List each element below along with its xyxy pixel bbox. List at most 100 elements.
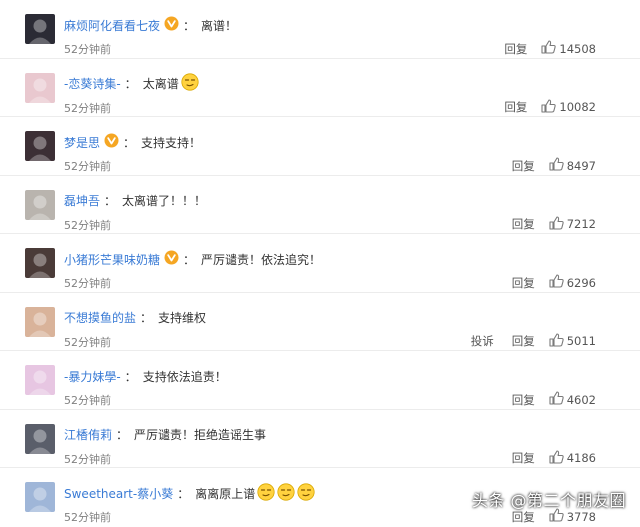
- comment-line: -恋葵诗集-： 太离谱: [64, 73, 199, 94]
- avatar[interactable]: [25, 189, 55, 220]
- thumbs-up-icon: [549, 215, 564, 233]
- reply-button[interactable]: 回复: [504, 99, 527, 115]
- comment-text: 太离谱: [142, 77, 179, 91]
- username-link[interactable]: 不想摸鱼的盐: [64, 309, 136, 326]
- avatar[interactable]: [25, 306, 55, 337]
- thumbs-up-icon: [549, 391, 564, 408]
- comment-item: 江楿侑莉 ： 严厉谴责！拒绝造谣生事 52分钟前 回复 4186: [0, 410, 640, 468]
- comment-line: 不想摸鱼的盐 ： 支持维权: [64, 309, 206, 327]
- comment-line: 磊坤吾 ： 太离谱了！！！: [64, 192, 206, 210]
- comment-time: 52分钟前: [64, 160, 111, 173]
- comment-text: 太离谱了！！！: [122, 194, 207, 208]
- comment-line: 小猪形芒果味奶糖 ： 严厉谴责！依法追究！: [64, 250, 321, 268]
- reply-button[interactable]: 回复: [512, 333, 535, 349]
- thumbs-up-icon: [549, 157, 564, 174]
- colon: ：: [177, 486, 190, 501]
- like-count: 8497: [566, 158, 596, 173]
- verified-badge-icon: [104, 133, 119, 151]
- comment-item: 梦是思 ： 支持支持！ 52分钟前 回复 8497: [0, 117, 640, 176]
- avatar[interactable]: [25, 131, 55, 161]
- comment-time: 52分钟前: [64, 101, 111, 115]
- comment-item: 小猪形芒果味奶糖 ： 严厉谴责！依法追究！ 52分钟前 回复 6296: [0, 234, 640, 293]
- comment-actions: 回复 7212: [512, 215, 596, 233]
- verified-badge-icon: [164, 250, 179, 268]
- like-button[interactable]: 7212: [549, 215, 596, 233]
- avatar[interactable]: [25, 365, 55, 395]
- report-button[interactable]: 投诉: [471, 333, 494, 349]
- comment-actions: 回复 14508: [504, 40, 596, 57]
- username-link[interactable]: 江楿侑莉: [64, 426, 112, 443]
- comment-text: 支持支持！: [141, 135, 202, 150]
- reply-button[interactable]: 回复: [512, 392, 535, 408]
- colon: ：: [124, 369, 137, 384]
- thumbs-up-icon: [549, 449, 564, 467]
- like-button[interactable]: 5011: [549, 332, 596, 350]
- smirk-emoji-icon: [277, 482, 295, 504]
- like-button[interactable]: 4186: [549, 449, 596, 467]
- comment-time: 52分钟前: [64, 394, 111, 407]
- comment-text: 支持维权: [158, 311, 207, 325]
- username-link[interactable]: 磊坤吾: [64, 192, 100, 209]
- colon: ：: [116, 428, 129, 442]
- comment-time: 52分钟前: [64, 43, 111, 56]
- comment-text: 严厉谴责！拒绝造谣生事: [134, 428, 267, 442]
- reply-button[interactable]: 回复: [512, 450, 535, 466]
- reply-button[interactable]: 回复: [504, 41, 527, 57]
- username-link[interactable]: 小猪形芒果味奶糖: [64, 251, 160, 268]
- like-count: 3778: [566, 509, 596, 524]
- avatar[interactable]: [25, 72, 55, 103]
- smirk-emoji-icon: [181, 73, 199, 94]
- username-link[interactable]: 梦是思: [64, 134, 100, 151]
- reply-button[interactable]: 回复: [512, 158, 535, 174]
- colon: ：: [124, 77, 137, 91]
- comment-item: 不想摸鱼的盐 ： 支持维权 52分钟前 投诉 回复 5011: [0, 293, 640, 351]
- like-button[interactable]: 14508: [541, 40, 596, 57]
- comment-actions: 回复 10082: [504, 98, 596, 116]
- thumbs-up-icon: [541, 98, 557, 116]
- username-link[interactable]: -暴力妹學-: [64, 368, 121, 385]
- comment-time: 52分钟前: [64, 335, 111, 349]
- colon: ：: [183, 252, 196, 267]
- watermark: 头条 @第二个朋友圈: [471, 491, 626, 510]
- comment-line: 麻烦阿化看看七夜 ： 离谱！: [64, 16, 237, 34]
- like-count: 4186: [566, 451, 596, 465]
- comment-time: 52分钟前: [64, 511, 111, 524]
- smirk-emoji-icon: [297, 482, 315, 504]
- comment-line: 梦是思 ： 支持支持！: [64, 133, 201, 151]
- avatar[interactable]: [25, 482, 55, 512]
- like-count: 4602: [566, 392, 596, 407]
- comment-time: 52分钟前: [64, 218, 111, 232]
- like-button[interactable]: 10082: [541, 98, 596, 116]
- like-button[interactable]: 4602: [549, 391, 596, 408]
- comment-item: 麻烦阿化看看七夜 ： 离谱！ 52分钟前 回复 14508: [0, 0, 640, 59]
- like-button[interactable]: 6296: [549, 274, 596, 291]
- colon: ：: [140, 311, 153, 325]
- comment-text: 离谱！: [201, 18, 238, 33]
- comment-item: 磊坤吾 ： 太离谱了！！！ 52分钟前 回复 7212: [0, 176, 640, 234]
- reply-button[interactable]: 回复: [512, 275, 535, 291]
- thumbs-up-icon: [541, 40, 557, 57]
- username-link[interactable]: -恋葵诗集-: [64, 75, 121, 92]
- avatar[interactable]: [25, 14, 55, 44]
- comment-actions: 回复 4602: [512, 391, 596, 408]
- username-link[interactable]: 麻烦阿化看看七夜: [64, 17, 160, 34]
- reply-button[interactable]: 回复: [512, 216, 535, 232]
- smirk-emoji-icon: [257, 482, 275, 504]
- comment-line: 江楿侑莉 ： 严厉谴责！拒绝造谣生事: [64, 426, 266, 444]
- comment-time: 52分钟前: [64, 277, 111, 290]
- like-button[interactable]: 8497: [549, 157, 596, 174]
- like-count: 14508: [559, 41, 596, 56]
- comment-actions: 回复 4186: [512, 449, 596, 467]
- colon: ：: [123, 135, 136, 150]
- thumbs-up-icon: [549, 274, 564, 291]
- colon: ：: [104, 194, 117, 208]
- comment-line: Sweetheart-蔡小葵 ： 离离原上谱: [64, 482, 315, 504]
- comment-text: 严厉谴责！依法追究！: [201, 252, 322, 267]
- comment-time: 52分钟前: [64, 452, 111, 466]
- avatar[interactable]: [25, 423, 55, 454]
- username-link[interactable]: Sweetheart-蔡小葵: [64, 485, 173, 502]
- comment-item: -暴力妹學-： 支持依法追责！ 52分钟前 回复 4602: [0, 351, 640, 410]
- comment-actions: 回复 6296: [512, 274, 596, 291]
- avatar[interactable]: [25, 248, 55, 278]
- thumbs-up-icon: [549, 332, 564, 350]
